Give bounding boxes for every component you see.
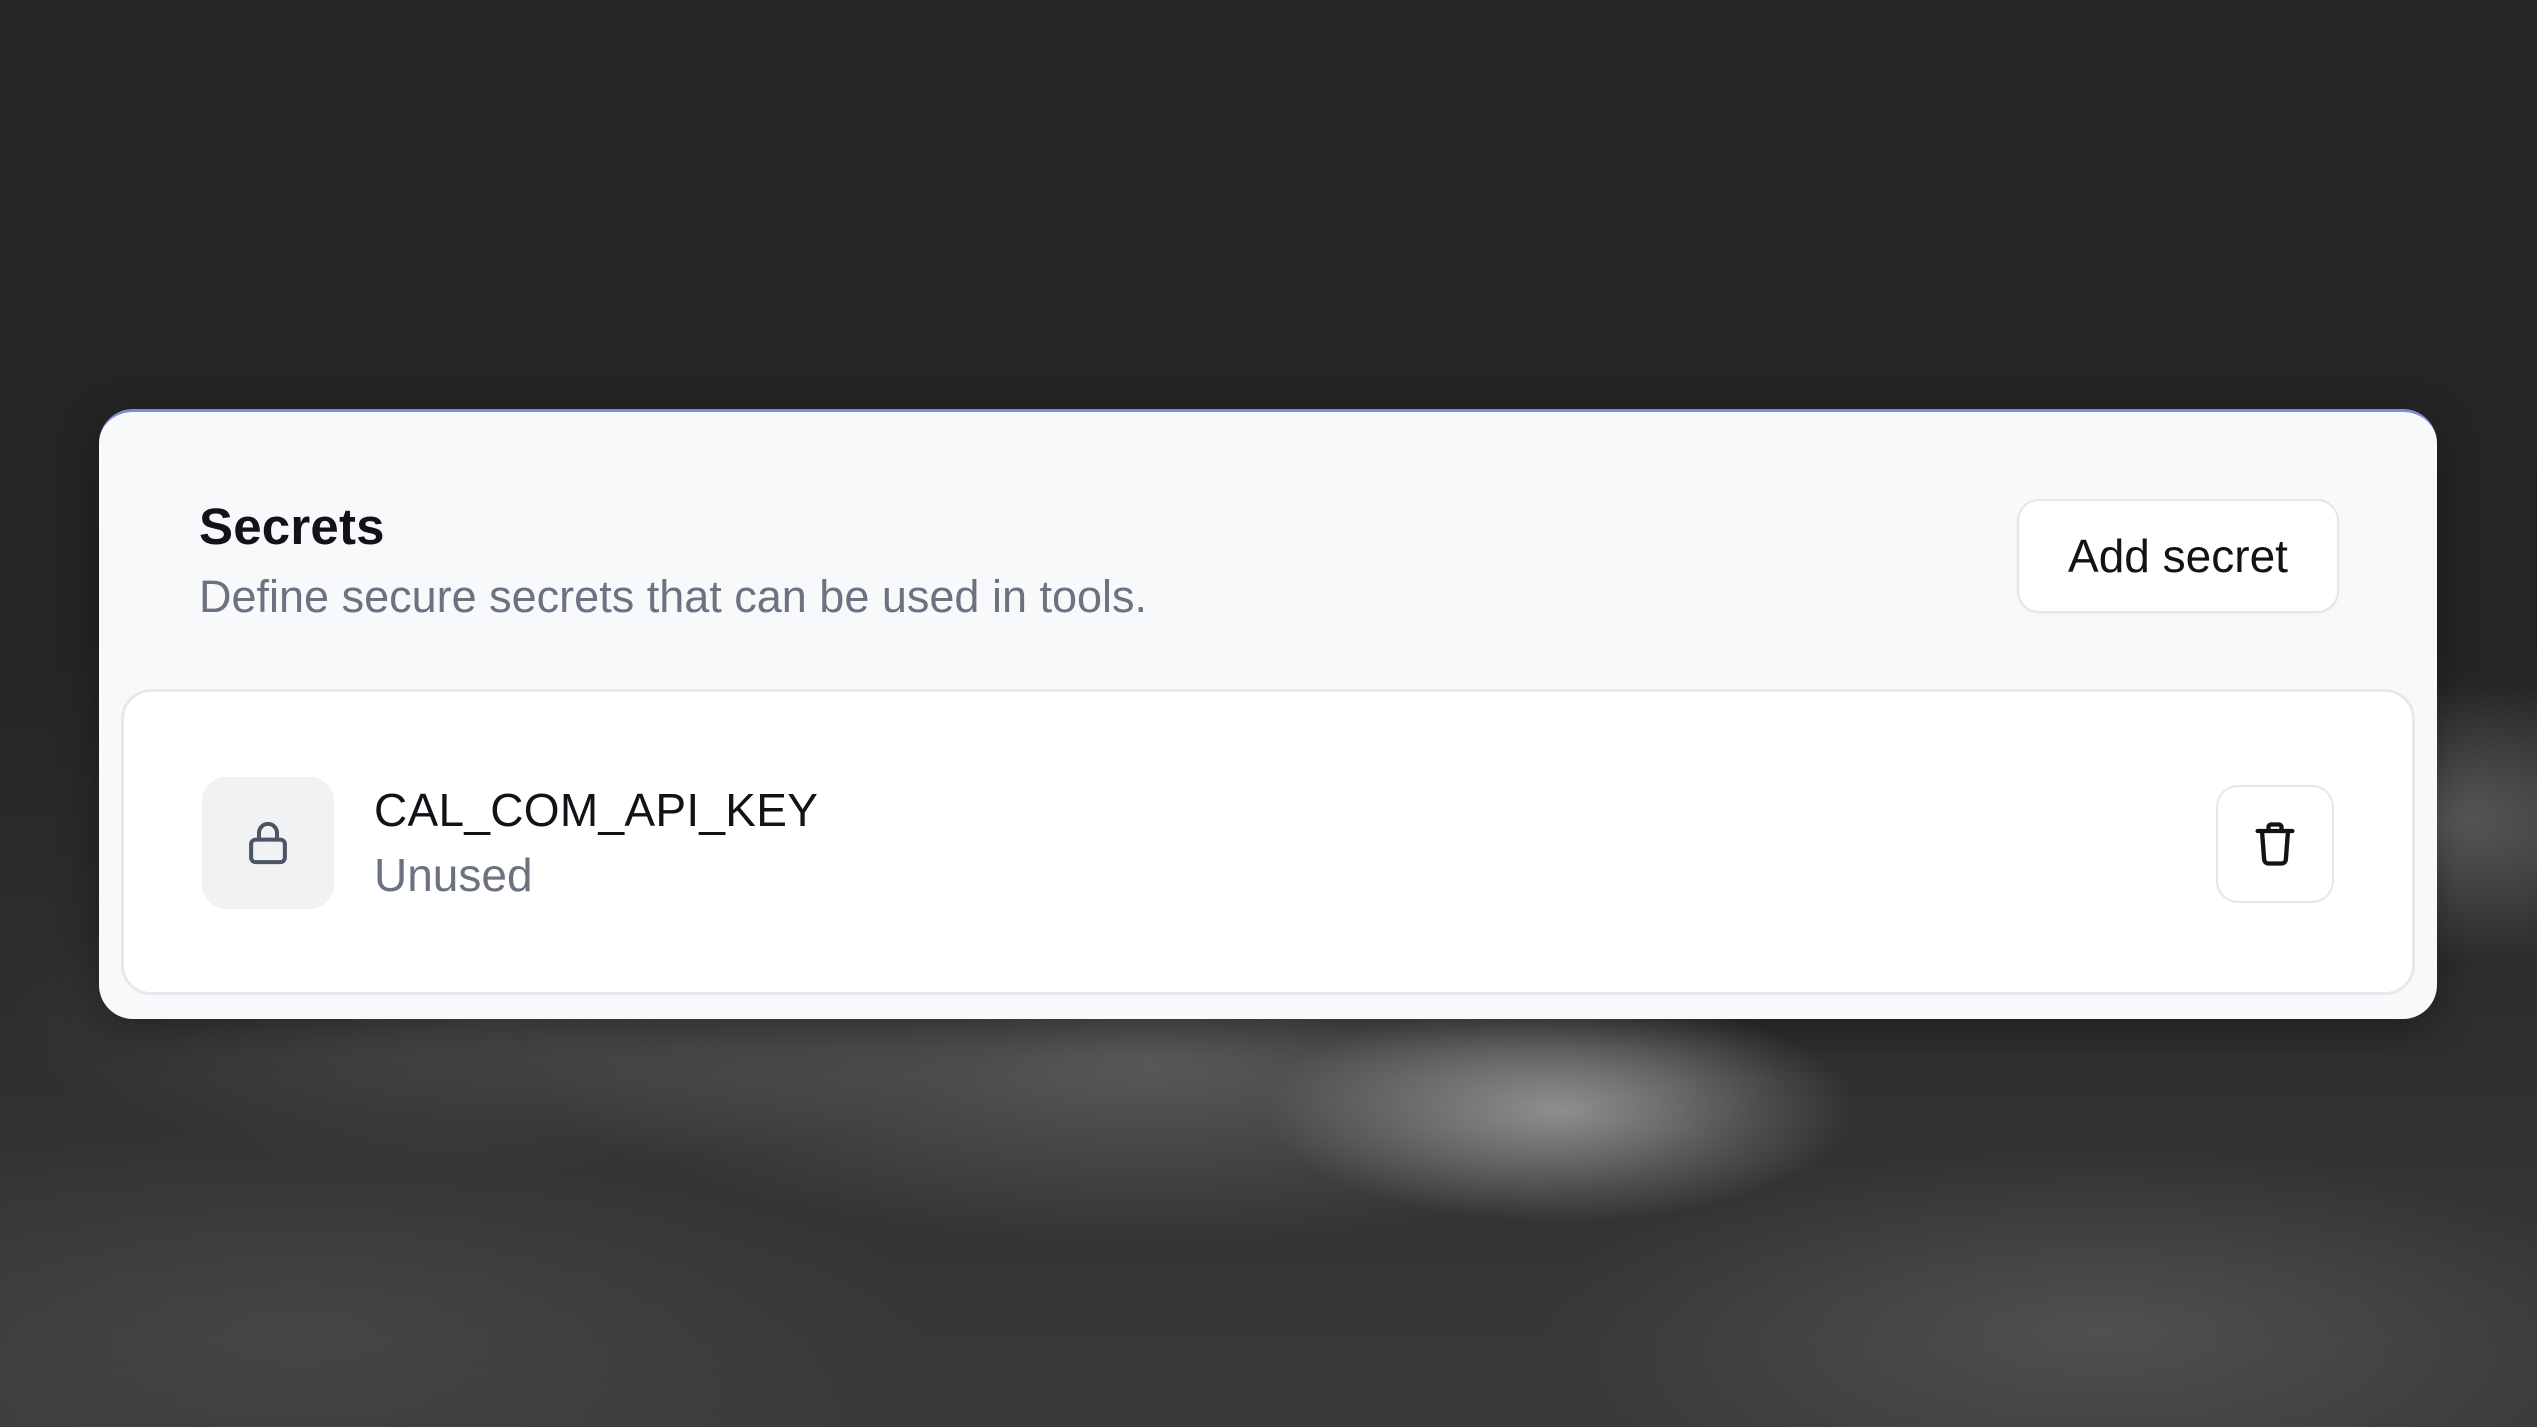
panel-title: Secrets: [199, 498, 385, 555]
trash-icon: [2249, 818, 2301, 870]
secret-usage-status: Unused: [374, 849, 533, 901]
secrets-panel: Secrets Define secure secrets that can b…: [99, 409, 2437, 1019]
add-secret-button[interactable]: Add secret: [2017, 499, 2339, 613]
delete-secret-button[interactable]: [2216, 785, 2334, 903]
lock-icon: [202, 777, 334, 909]
secrets-header: Secrets Define secure secrets that can b…: [199, 497, 2339, 622]
secret-list-item: CAL_COM_API_KEY Unused: [121, 689, 2415, 995]
secret-name: CAL_COM_API_KEY: [374, 784, 819, 836]
panel-subtitle: Define secure secrets that can be used i…: [199, 571, 1148, 622]
